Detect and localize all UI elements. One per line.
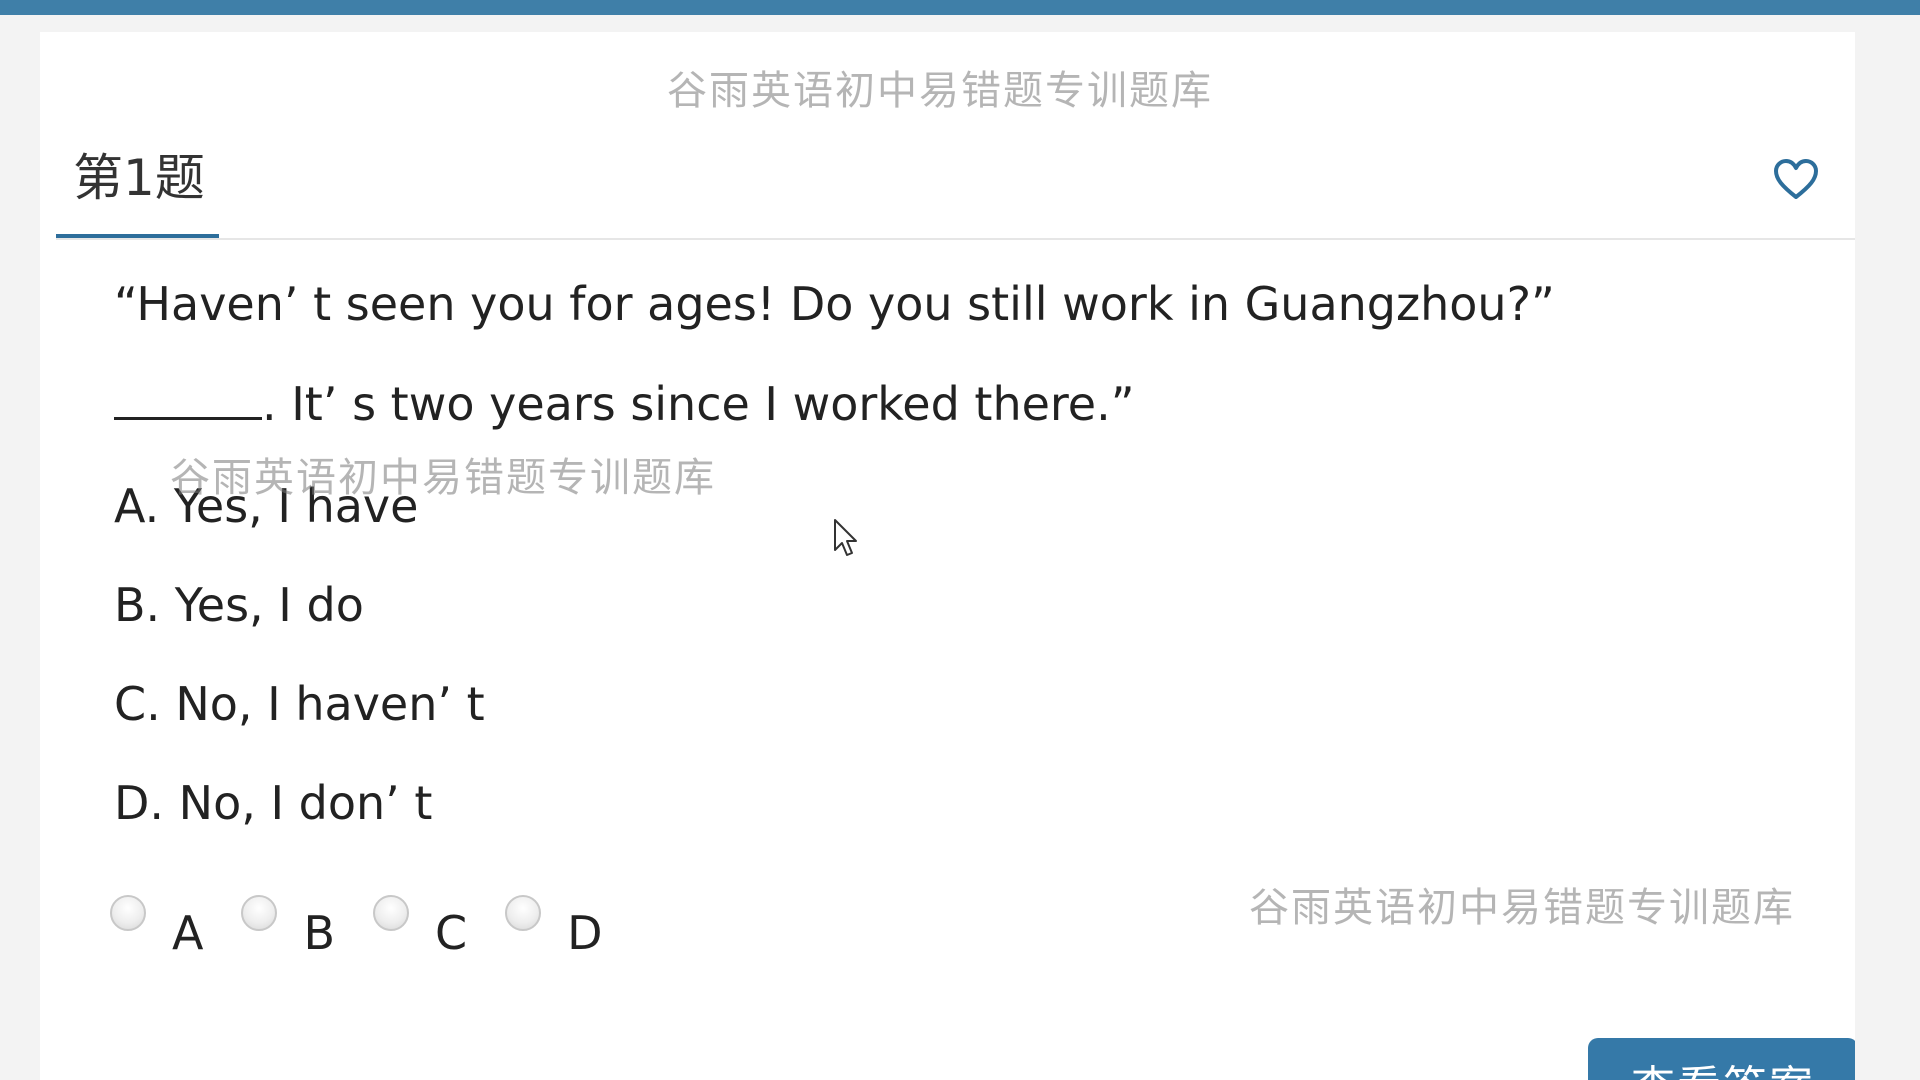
option-d-text: D. No, I don’ t xyxy=(114,776,433,830)
view-answer-button[interactable]: 查看答案 xyxy=(1588,1038,1855,1080)
radio-label-b[interactable]: B xyxy=(303,906,335,960)
question-text: “Haven’ t seen you for ages! Do you stil… xyxy=(114,264,1814,464)
question-card: 谷雨英语初中易错题专训题库 谷雨英语初中易错题专训题库 谷雨英语初中易错题专训题… xyxy=(40,32,1855,1080)
question-line-2-text: . It’ s two years since I worked there.” xyxy=(262,377,1135,431)
radio-option-d[interactable]: D xyxy=(505,884,603,960)
radio-label-a[interactable]: A xyxy=(172,906,203,960)
radio-button-a[interactable] xyxy=(110,895,146,931)
radio-option-a[interactable]: A xyxy=(110,884,203,960)
heart-outline-icon xyxy=(1774,159,1818,199)
answer-blank xyxy=(114,365,262,420)
top-bar xyxy=(0,0,1920,15)
option-b-text: B. Yes, I do xyxy=(114,578,364,632)
option-c-text: C. No, I haven’ t xyxy=(114,677,485,731)
radio-label-c[interactable]: C xyxy=(435,906,467,960)
option-list: A. Yes, I have B. Yes, I do C. No, I hav… xyxy=(114,466,485,862)
question-line-2: . It’ s two years since I worked there.” xyxy=(114,364,1814,464)
watermark-right: 谷雨英语初中易错题专训题库 xyxy=(1249,885,1795,931)
radio-option-b[interactable]: B xyxy=(241,884,335,960)
radio-label-d[interactable]: D xyxy=(567,906,602,960)
option-a-text: A. Yes, I have xyxy=(114,479,419,533)
radio-button-d[interactable] xyxy=(505,895,542,931)
mouse-cursor-icon xyxy=(834,519,857,556)
favorite-button[interactable] xyxy=(1772,157,1820,201)
watermark-top: 谷雨英语初中易错题专训题库 xyxy=(667,68,1213,114)
answer-radio-group: A B C D xyxy=(110,882,641,962)
radio-option-c[interactable]: C xyxy=(373,884,467,960)
question-line-1: “Haven’ t seen you for ages! Do you stil… xyxy=(114,277,1555,331)
question-header: 第1题 xyxy=(56,122,1855,240)
radio-button-b[interactable] xyxy=(241,895,278,931)
question-number-tab[interactable]: 第1题 xyxy=(56,122,219,238)
radio-button-c[interactable] xyxy=(373,895,410,931)
